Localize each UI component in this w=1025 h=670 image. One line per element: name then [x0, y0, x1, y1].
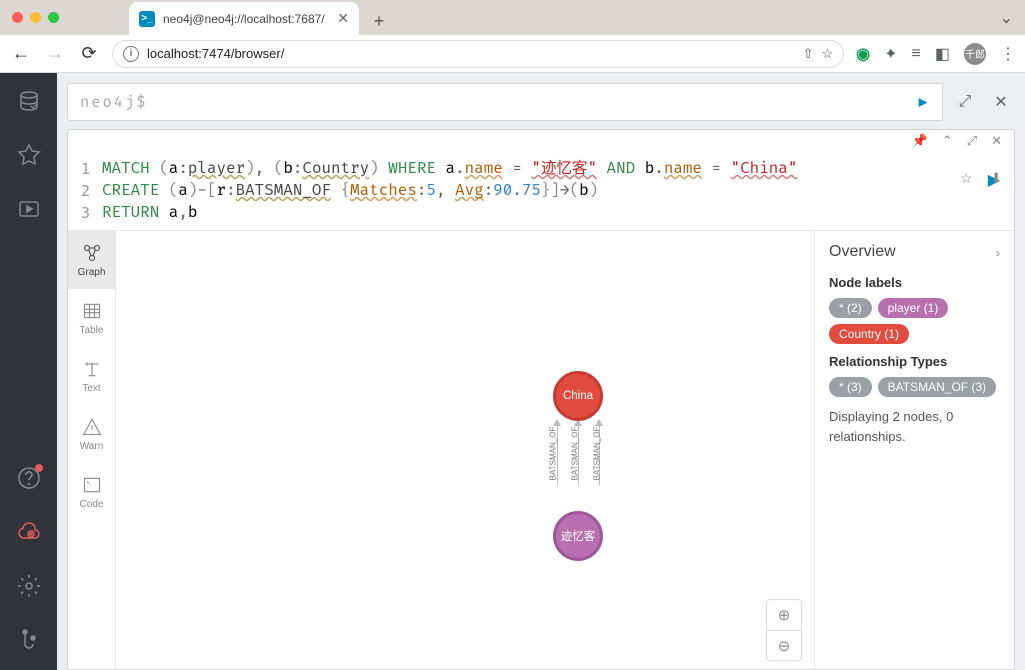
code-view-tab[interactable]: Code — [68, 463, 115, 521]
reload-button[interactable]: ⟳ — [78, 43, 100, 64]
grammarly-icon[interactable]: ◉ — [856, 44, 870, 64]
bookmark-star-icon[interactable]: ☆ — [822, 46, 834, 62]
chip-batsman[interactable]: BATSMAN_OF (3) — [878, 377, 996, 397]
prompt-placeholder: neo4j$ — [80, 93, 147, 112]
edge-label: BATSMAN_OF — [570, 427, 579, 481]
guides-play-icon[interactable] — [17, 197, 41, 221]
database-icon[interactable] — [17, 89, 41, 113]
side-panel-icon[interactable]: ◧ — [935, 44, 950, 64]
window-title-bar: >_ neo4j@neo4j://localhost:7687/ ✕ + ⌄ — [0, 0, 1025, 35]
fullscreen-button[interactable]: ⤢ — [951, 88, 979, 116]
help-icon[interactable] — [17, 466, 41, 490]
share-icon[interactable]: ⇧ — [803, 46, 814, 62]
query-code: MATCH (a:player), (b:Country) WHERE a.na… — [102, 158, 797, 224]
overview-collapse-button[interactable]: › — [996, 245, 1000, 260]
site-info-icon[interactable]: i — [123, 46, 139, 62]
zoom-out-button[interactable]: ⊖ — [767, 630, 801, 660]
back-button[interactable]: ← — [10, 43, 32, 64]
browser-toolbar: ← → ⟳ i localhost:7474/browser/ ⇧ ☆ ◉ ✦ … — [0, 35, 1025, 73]
extensions-icon[interactable]: ✦ — [884, 44, 897, 64]
run-query-button[interactable]: ▶ — [918, 92, 930, 112]
window-close-button[interactable] — [12, 12, 23, 23]
page-url: localhost:7474/browser/ — [147, 46, 284, 61]
notification-dot-icon — [35, 464, 43, 472]
node-player[interactable]: 迹忆客 — [553, 511, 603, 561]
chip-country[interactable]: Country (1) — [829, 324, 909, 344]
forward-button[interactable]: → — [44, 43, 66, 64]
expand-frame-button[interactable]: ⤢ — [967, 133, 977, 149]
result-frame: 📌 ⌃ ⤢ ✕ 1 2 3 MATCH (a:player), (b:Count… — [67, 129, 1015, 670]
chip-all-rels[interactable]: * (3) — [829, 377, 872, 397]
tab-list-button[interactable]: ⌄ — [1000, 8, 1013, 28]
reading-list-icon[interactable]: ≡ — [912, 45, 921, 63]
download-result-button[interactable]: ⬇ — [990, 170, 1002, 187]
graph-canvas[interactable]: BATSMAN_OF BATSMAN_OF BATSMAN_OF China 迹… — [116, 231, 814, 669]
overview-title: Overview — [829, 243, 896, 261]
edge-label: BATSMAN_OF — [548, 427, 557, 481]
window-maximize-button[interactable] — [48, 12, 59, 23]
settings-gear-icon[interactable] — [17, 574, 41, 598]
browser-menu-button[interactable]: ⋮ — [1000, 44, 1015, 64]
cloud-sync-icon[interactable] — [17, 520, 41, 544]
browser-tab[interactable]: >_ neo4j@neo4j://localhost:7687/ ✕ — [129, 2, 359, 35]
favorites-star-icon[interactable] — [17, 143, 41, 167]
view-mode-tabs: Graph Table Text Warn — [68, 231, 116, 669]
overview-panel: Overview › Node labels * (2) player (1) … — [814, 231, 1014, 669]
zoom-controls: ⊕ ⊖ — [766, 599, 802, 661]
chip-all-nodes[interactable]: * (2) — [829, 298, 872, 318]
profile-avatar[interactable]: 千郎 — [964, 43, 986, 65]
new-tab-button[interactable]: + — [365, 7, 393, 35]
tab-title: neo4j@neo4j://localhost:7687/ — [163, 12, 329, 26]
text-view-tab[interactable]: Text — [68, 347, 115, 405]
overview-message: Displaying 2 nodes, 0 relationships. — [829, 407, 1000, 446]
rel-types-heading: Relationship Types — [829, 354, 1000, 369]
query-editor[interactable]: 1 2 3 MATCH (a:player), (b:Country) WHER… — [68, 152, 1014, 231]
warn-view-tab[interactable]: Warn — [68, 405, 115, 463]
neo4j-favicon-icon: >_ — [139, 11, 155, 27]
favorite-query-button[interactable]: ☆ — [960, 170, 973, 187]
address-bar[interactable]: i localhost:7474/browser/ ⇧ ☆ — [112, 40, 844, 68]
cypher-prompt-input[interactable]: neo4j$ ▶ — [67, 83, 943, 121]
window-minimize-button[interactable] — [30, 12, 41, 23]
window-controls — [12, 12, 59, 23]
about-neo4j-icon[interactable] — [17, 628, 41, 652]
pin-frame-button[interactable]: 📌 — [912, 133, 928, 149]
table-view-tab[interactable]: Table — [68, 289, 115, 347]
chip-player[interactable]: player (1) — [878, 298, 949, 318]
close-editor-button[interactable]: ✕ — [987, 88, 1015, 116]
line-numbers: 1 2 3 — [68, 158, 102, 224]
zoom-in-button[interactable]: ⊕ — [767, 600, 801, 630]
node-china[interactable]: China — [553, 371, 603, 421]
tab-close-button[interactable]: ✕ — [337, 10, 349, 27]
close-frame-button[interactable]: ✕ — [991, 133, 1002, 149]
edge-label: BATSMAN_OF — [592, 427, 601, 481]
graph-view-tab[interactable]: Graph — [68, 231, 115, 289]
node-labels-heading: Node labels — [829, 275, 1000, 290]
app-sidebar — [0, 73, 57, 670]
collapse-frame-button[interactable]: ⌃ — [942, 133, 953, 149]
